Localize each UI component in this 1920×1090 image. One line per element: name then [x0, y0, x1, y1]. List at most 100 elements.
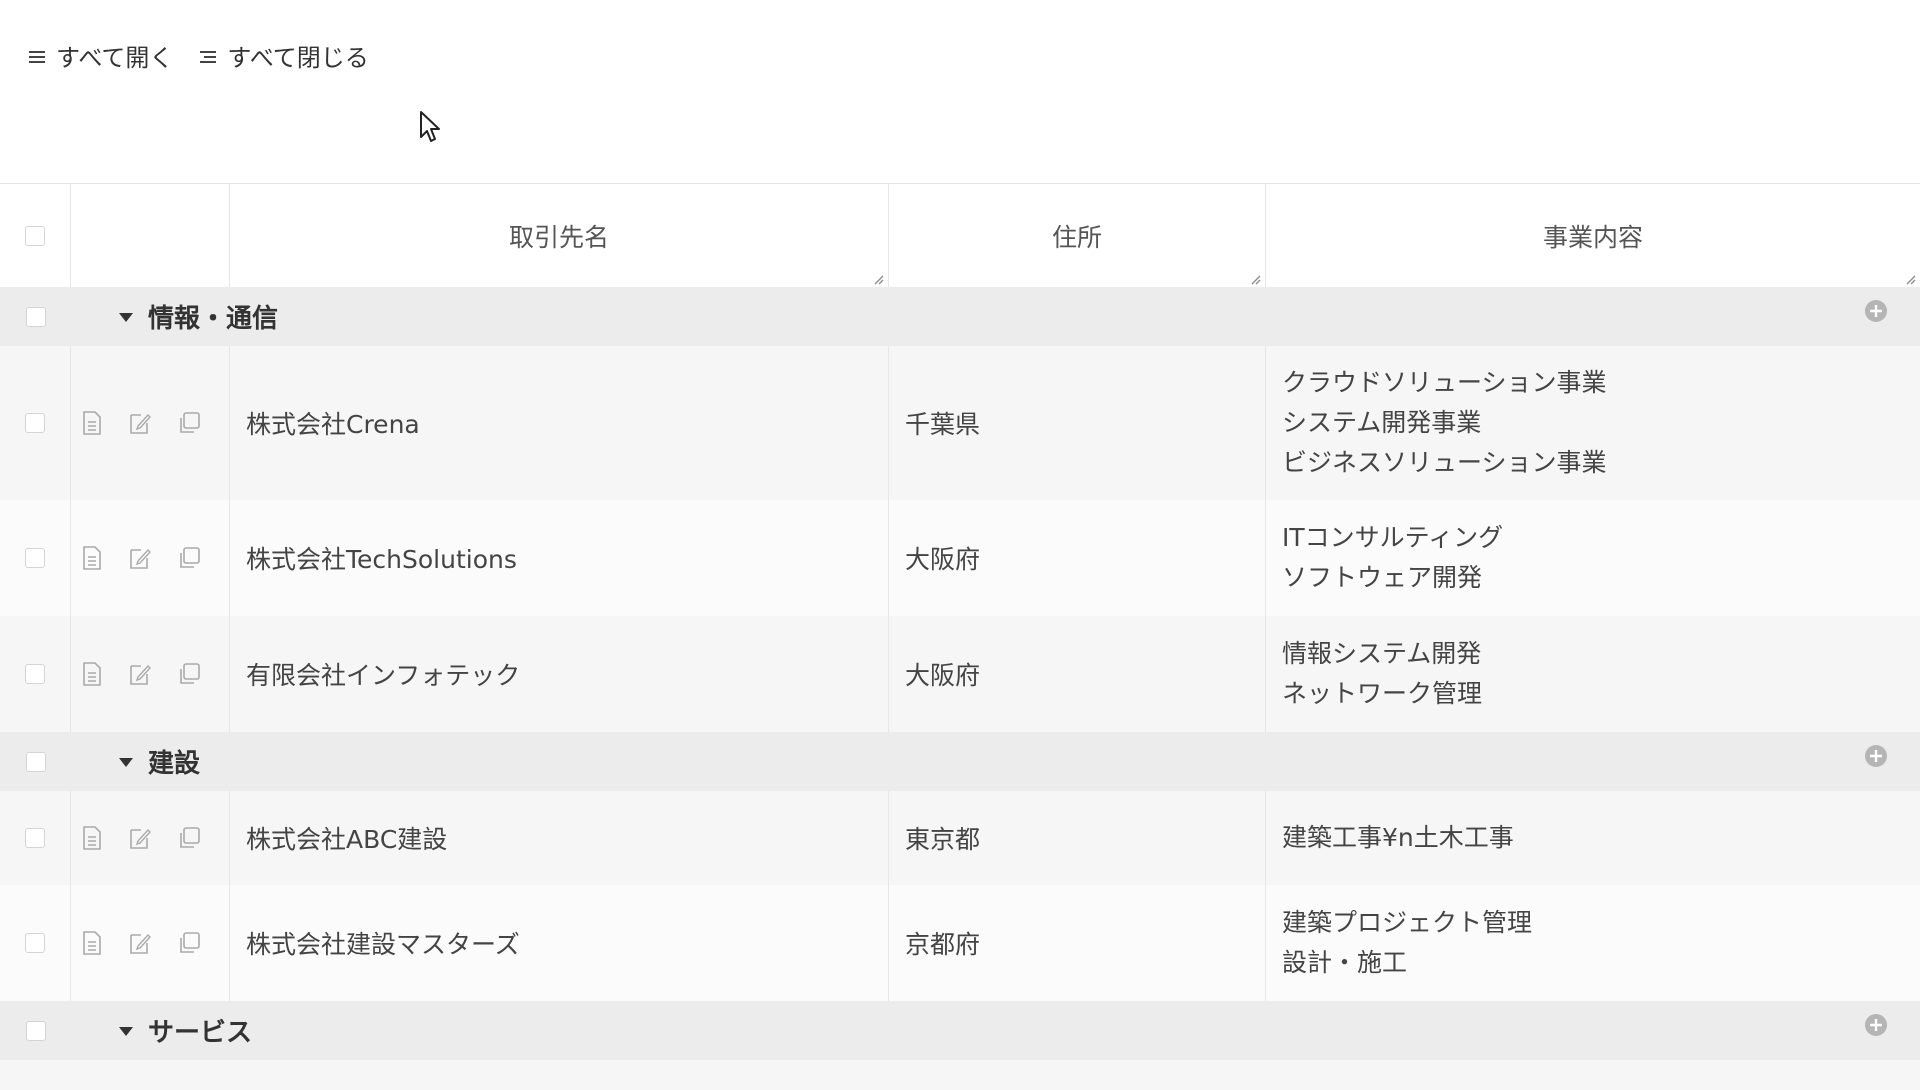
- copy-icon[interactable]: [177, 931, 201, 955]
- group-title: 情報・通信: [148, 304, 279, 334]
- list-expand-icon: [29, 50, 45, 63]
- row-checkbox[interactable]: [25, 933, 45, 953]
- document-icon[interactable]: [81, 546, 103, 570]
- group-row[interactable]: 情報・通信: [0, 287, 1920, 346]
- group-row[interactable]: 建設: [0, 732, 1920, 791]
- row-address: 千葉県: [889, 346, 1266, 500]
- table-row[interactable]: 株式会社ABC建設 東京都 建築工事¥n土木工事: [0, 791, 1920, 885]
- row-actions: [71, 346, 230, 500]
- select-all-checkbox[interactable]: [25, 225, 45, 246]
- row-checkbox[interactable]: [25, 413, 45, 433]
- edit-icon[interactable]: [129, 662, 151, 686]
- business-line: クラウドソリューション事業: [1282, 368, 1607, 397]
- row-check-cell: [0, 791, 71, 885]
- collapse-all-label: すべて閉じる: [227, 44, 369, 72]
- document-icon[interactable]: [81, 411, 103, 435]
- toolbar: すべて開く すべて閉じる: [28, 38, 369, 73]
- business-line: ソフトウェア開発: [1282, 563, 1483, 592]
- business-line: システム開発事業: [1282, 408, 1482, 437]
- row-name: 有限会社インフォテック: [230, 616, 889, 732]
- row-name: 株式会社TechSolutions: [230, 500, 889, 616]
- row-actions: [71, 616, 230, 732]
- group-title: 建設: [148, 749, 201, 779]
- row-checkbox[interactable]: [25, 664, 45, 684]
- header-address-label: 住所: [1051, 222, 1102, 252]
- group-label[interactable]: サービス: [118, 1001, 252, 1060]
- document-icon[interactable]: [81, 931, 103, 955]
- copy-icon[interactable]: [177, 662, 201, 686]
- document-icon[interactable]: [81, 826, 103, 850]
- plus-circle-icon[interactable]: [1864, 1013, 1888, 1037]
- expand-all-button[interactable]: すべて開く: [28, 38, 173, 73]
- column-resize-icon[interactable]: [1904, 273, 1916, 285]
- row-business: 建築プロジェクト管理 設計・施工: [1266, 885, 1920, 1001]
- client-grid: 取引先名 住所 事業内容 情報・通信 株式会社Crena 千葉県 クラウドソリュ…: [0, 183, 1920, 1090]
- plus-circle-icon[interactable]: [1864, 744, 1888, 768]
- document-icon[interactable]: [81, 662, 103, 686]
- edit-icon[interactable]: [129, 546, 151, 570]
- row-business: クラウドソリューション事業 システム開発事業 ビジネスソリューション事業: [1266, 346, 1920, 500]
- business-line: ネットワーク管理: [1282, 679, 1483, 708]
- column-resize-icon[interactable]: [872, 273, 884, 285]
- group-checkbox[interactable]: [25, 306, 46, 327]
- row-address: 京都府: [889, 885, 1266, 1001]
- group-checkbox[interactable]: [25, 1020, 46, 1041]
- header-business[interactable]: 事業内容: [1266, 184, 1920, 287]
- row-check-cell: [0, 500, 71, 616]
- column-resize-icon[interactable]: [1249, 273, 1261, 285]
- row-actions: [71, 791, 230, 885]
- group-row[interactable]: サービス: [0, 1001, 1920, 1060]
- business-line: ビジネスソリューション事業: [1282, 448, 1607, 477]
- group-check-cell: [0, 287, 71, 346]
- row-address: 大阪府: [889, 616, 1266, 732]
- header-name[interactable]: 取引先名: [230, 184, 889, 287]
- table-row[interactable]: 有限会社インフォテック 大阪府 情報システム開発 ネットワーク管理: [0, 616, 1920, 732]
- header-address[interactable]: 住所: [889, 184, 1266, 287]
- row-name: 株式会社建設マスターズ: [230, 885, 889, 1001]
- business-line: 建築工事¥n土木工事: [1282, 823, 1514, 852]
- mouse-cursor-icon: [420, 111, 440, 142]
- row-actions: [71, 500, 230, 616]
- group-check-cell: [0, 1001, 71, 1060]
- edit-icon[interactable]: [129, 931, 151, 955]
- row-name: 株式会社ABC建設: [230, 791, 889, 885]
- copy-icon[interactable]: [177, 411, 201, 435]
- caret-down-icon[interactable]: [118, 1025, 134, 1037]
- row-name: 株式会社Crena: [230, 346, 889, 500]
- table-row[interactable]: 株式会社TechSolutions 大阪府 ITコンサルティング ソフトウェア開…: [0, 500, 1920, 616]
- grid-header: 取引先名 住所 事業内容: [0, 184, 1920, 287]
- row-business: 建築工事¥n土木工事: [1266, 791, 1920, 885]
- header-name-label: 取引先名: [508, 222, 609, 252]
- row-check-cell: [0, 346, 71, 500]
- edit-icon[interactable]: [129, 411, 151, 435]
- group-label[interactable]: 建設: [118, 732, 200, 791]
- header-business-label: 事業内容: [1542, 222, 1643, 252]
- row-business: 情報システム開発 ネットワーク管理: [1266, 616, 1920, 732]
- caret-down-icon[interactable]: [118, 756, 134, 768]
- group-check-cell: [0, 732, 71, 791]
- row-check-cell: [0, 885, 71, 1001]
- caret-down-icon[interactable]: [118, 311, 134, 323]
- row-checkbox[interactable]: [25, 548, 45, 568]
- copy-icon[interactable]: [177, 826, 201, 850]
- table-row[interactable]: 株式会社建設マスターズ 京都府 建築プロジェクト管理 設計・施工: [0, 885, 1920, 1001]
- collapse-all-button[interactable]: すべて閉じる: [199, 38, 369, 73]
- header-actions-cell: [71, 184, 230, 287]
- business-line: 設計・施工: [1282, 948, 1408, 977]
- business-line: ITコンサルティング: [1282, 523, 1504, 552]
- table-row[interactable]: 株式会社Crena 千葉県 クラウドソリューション事業 システム開発事業 ビジネ…: [0, 346, 1920, 500]
- group-checkbox[interactable]: [25, 751, 46, 772]
- expand-all-label: すべて開く: [56, 44, 174, 72]
- copy-icon[interactable]: [177, 546, 201, 570]
- row-actions: [71, 885, 230, 1001]
- row-address: 東京都: [889, 791, 1266, 885]
- business-line: 情報システム開発: [1282, 639, 1482, 668]
- business-line: 建築プロジェクト管理: [1282, 908, 1533, 937]
- edit-icon[interactable]: [129, 826, 151, 850]
- row-checkbox[interactable]: [25, 828, 45, 848]
- row-address: 大阪府: [889, 500, 1266, 616]
- group-label[interactable]: 情報・通信: [118, 287, 278, 346]
- row-check-cell: [0, 616, 71, 732]
- plus-circle-icon[interactable]: [1864, 299, 1888, 323]
- list-collapse-icon: [200, 50, 217, 63]
